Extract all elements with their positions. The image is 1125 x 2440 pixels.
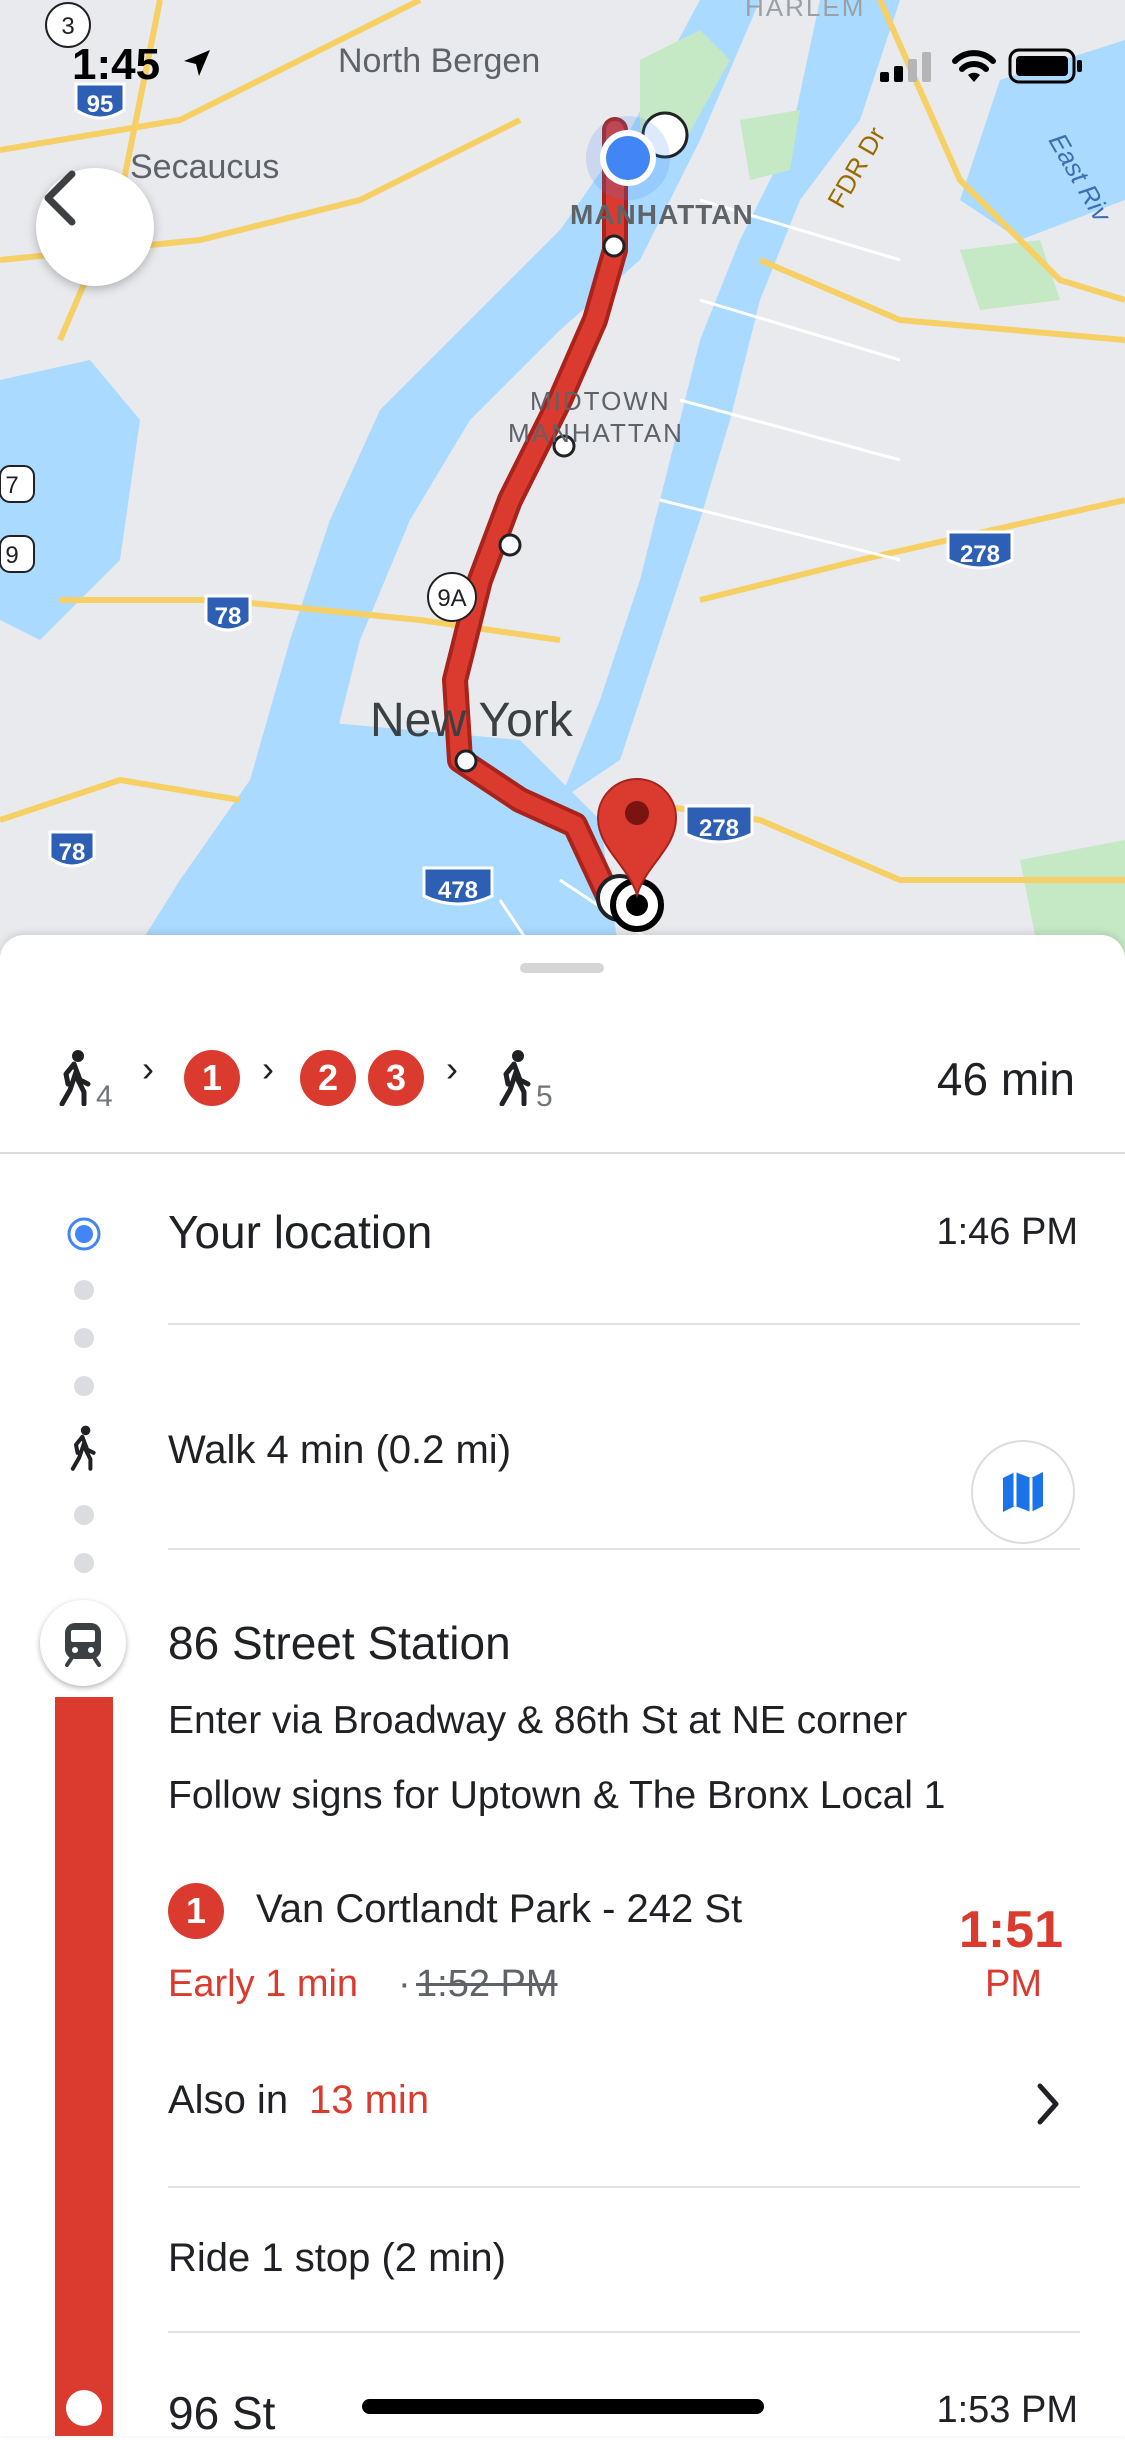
cellular-signal-icon <box>880 52 931 82</box>
walk-path-dot <box>74 1505 94 1525</box>
departure-ampm: PM <box>985 1963 1042 2005</box>
origin-dot-icon <box>67 1217 101 1251</box>
origin-title[interactable]: Your location <box>168 1205 432 1259</box>
walk-end-minutes: 5 <box>536 1080 553 1113</box>
chevron-right-icon: › <box>446 1048 458 1089</box>
also-in-value: 13 min <box>309 2078 430 2122</box>
station-entrance-text: Enter via Broadway & 86th St at NE corne… <box>168 1699 908 1742</box>
station-badge <box>40 1600 126 1686</box>
walk-path-dot <box>74 1328 94 1348</box>
walk-icon <box>59 1050 91 1106</box>
stop-dot-icon <box>66 2390 102 2426</box>
line-3-badge: 3 <box>368 1050 424 1106</box>
also-in-label: Also in <box>168 2078 289 2122</box>
walk-start-minutes: 4 <box>96 1080 113 1113</box>
next-stop-time: 1:53 PM <box>936 2389 1078 2431</box>
divider <box>168 2331 1080 2333</box>
chevron-left-icon <box>44 170 76 226</box>
line-2-badge: 2 <box>300 1050 356 1106</box>
line-1-badge: 1 <box>168 1883 224 1939</box>
status-time: 1:45 <box>72 40 161 89</box>
status-bar: 1:45 <box>0 40 1125 100</box>
label-midtown-1: MIDTOWN <box>530 386 671 416</box>
route-3-shield: 3 <box>61 13 74 40</box>
ride-stops-text[interactable]: Ride 1 stop (2 min) <box>168 2236 506 2281</box>
station-signage-text: Follow signs for Uptown & The Bronx Loca… <box>168 1774 946 1817</box>
chevron-right-icon: › <box>142 1048 154 1089</box>
label-new-york: New York <box>370 694 574 747</box>
divider <box>168 1548 1080 1550</box>
label-secaucus: Secaucus <box>130 148 279 186</box>
label-midtown-2: MANHATTAN <box>508 418 684 448</box>
also-in-row[interactable]: Also in 13 min <box>168 2070 1080 2140</box>
walk-path-dot <box>74 1280 94 1300</box>
location-arrow-icon <box>184 50 210 76</box>
route-9-shield: 9 <box>5 542 18 569</box>
walk-map-button[interactable] <box>971 1440 1075 1544</box>
walk-icon <box>70 1425 96 1471</box>
battery-icon <box>1008 48 1082 84</box>
divider <box>168 1323 1080 1325</box>
label-harlem: HARLEM <box>745 0 865 22</box>
drag-handle[interactable] <box>520 963 604 973</box>
route-map[interactable]: 95 78 278 278 78 478 3 7 9 9A HARLEM Nor… <box>0 0 1125 960</box>
map-canvas[interactable]: 95 78 278 278 78 478 3 7 9 9A HARLEM Nor… <box>0 0 1125 960</box>
route-summary[interactable]: 4 › 1 › 2 3 › 5 46 min <box>0 1010 1125 1130</box>
divider <box>0 1152 1125 1154</box>
chevron-right-icon <box>1037 2083 1059 2125</box>
transit-line-bar <box>55 1697 113 2436</box>
i78-shield-a: 78 <box>215 603 242 630</box>
walk-path-dot <box>74 1553 94 1573</box>
divider <box>168 2186 1080 2188</box>
wifi-icon <box>952 50 996 82</box>
walk-icon <box>499 1050 531 1106</box>
next-stop-title[interactable]: 96 St <box>168 2386 275 2440</box>
home-indicator[interactable] <box>362 2399 764 2414</box>
departure-time: 1:51 <box>958 1901 1063 1959</box>
back-button[interactable] <box>36 168 154 286</box>
i78-shield-b: 78 <box>59 839 86 866</box>
walk-path-dot <box>74 1376 94 1396</box>
train-destination[interactable]: Van Cortlandt Park - 242 St <box>256 1887 742 1932</box>
directions-sheet: 4 › 1 › 2 3 › 5 46 min <box>0 935 1125 2436</box>
i478-shield: 478 <box>438 877 478 904</box>
label-manhattan: MANHATTAN <box>570 199 754 230</box>
early-status: Early 1 min <box>168 1963 359 2005</box>
walk-step[interactable]: Walk 4 min (0.2 mi) <box>168 1428 511 1473</box>
separator: · <box>398 1963 411 2005</box>
map-icon <box>1003 1472 1043 1512</box>
station-title[interactable]: 86 Street Station <box>168 1616 511 1670</box>
route-7-shield: 7 <box>5 472 18 499</box>
line-1-badge: 1 <box>184 1050 240 1106</box>
chevron-right-icon: › <box>262 1048 274 1089</box>
total-duration: 46 min <box>936 1053 1075 1105</box>
i278-shield-a: 278 <box>960 541 1000 568</box>
route-9a-shield: 9A <box>437 585 466 612</box>
origin-time: 1:46 PM <box>936 1211 1078 1253</box>
i278-shield-b: 278 <box>699 815 739 842</box>
train-icon <box>65 1623 101 1667</box>
scheduled-time: 1:52 PM <box>416 1963 558 2005</box>
